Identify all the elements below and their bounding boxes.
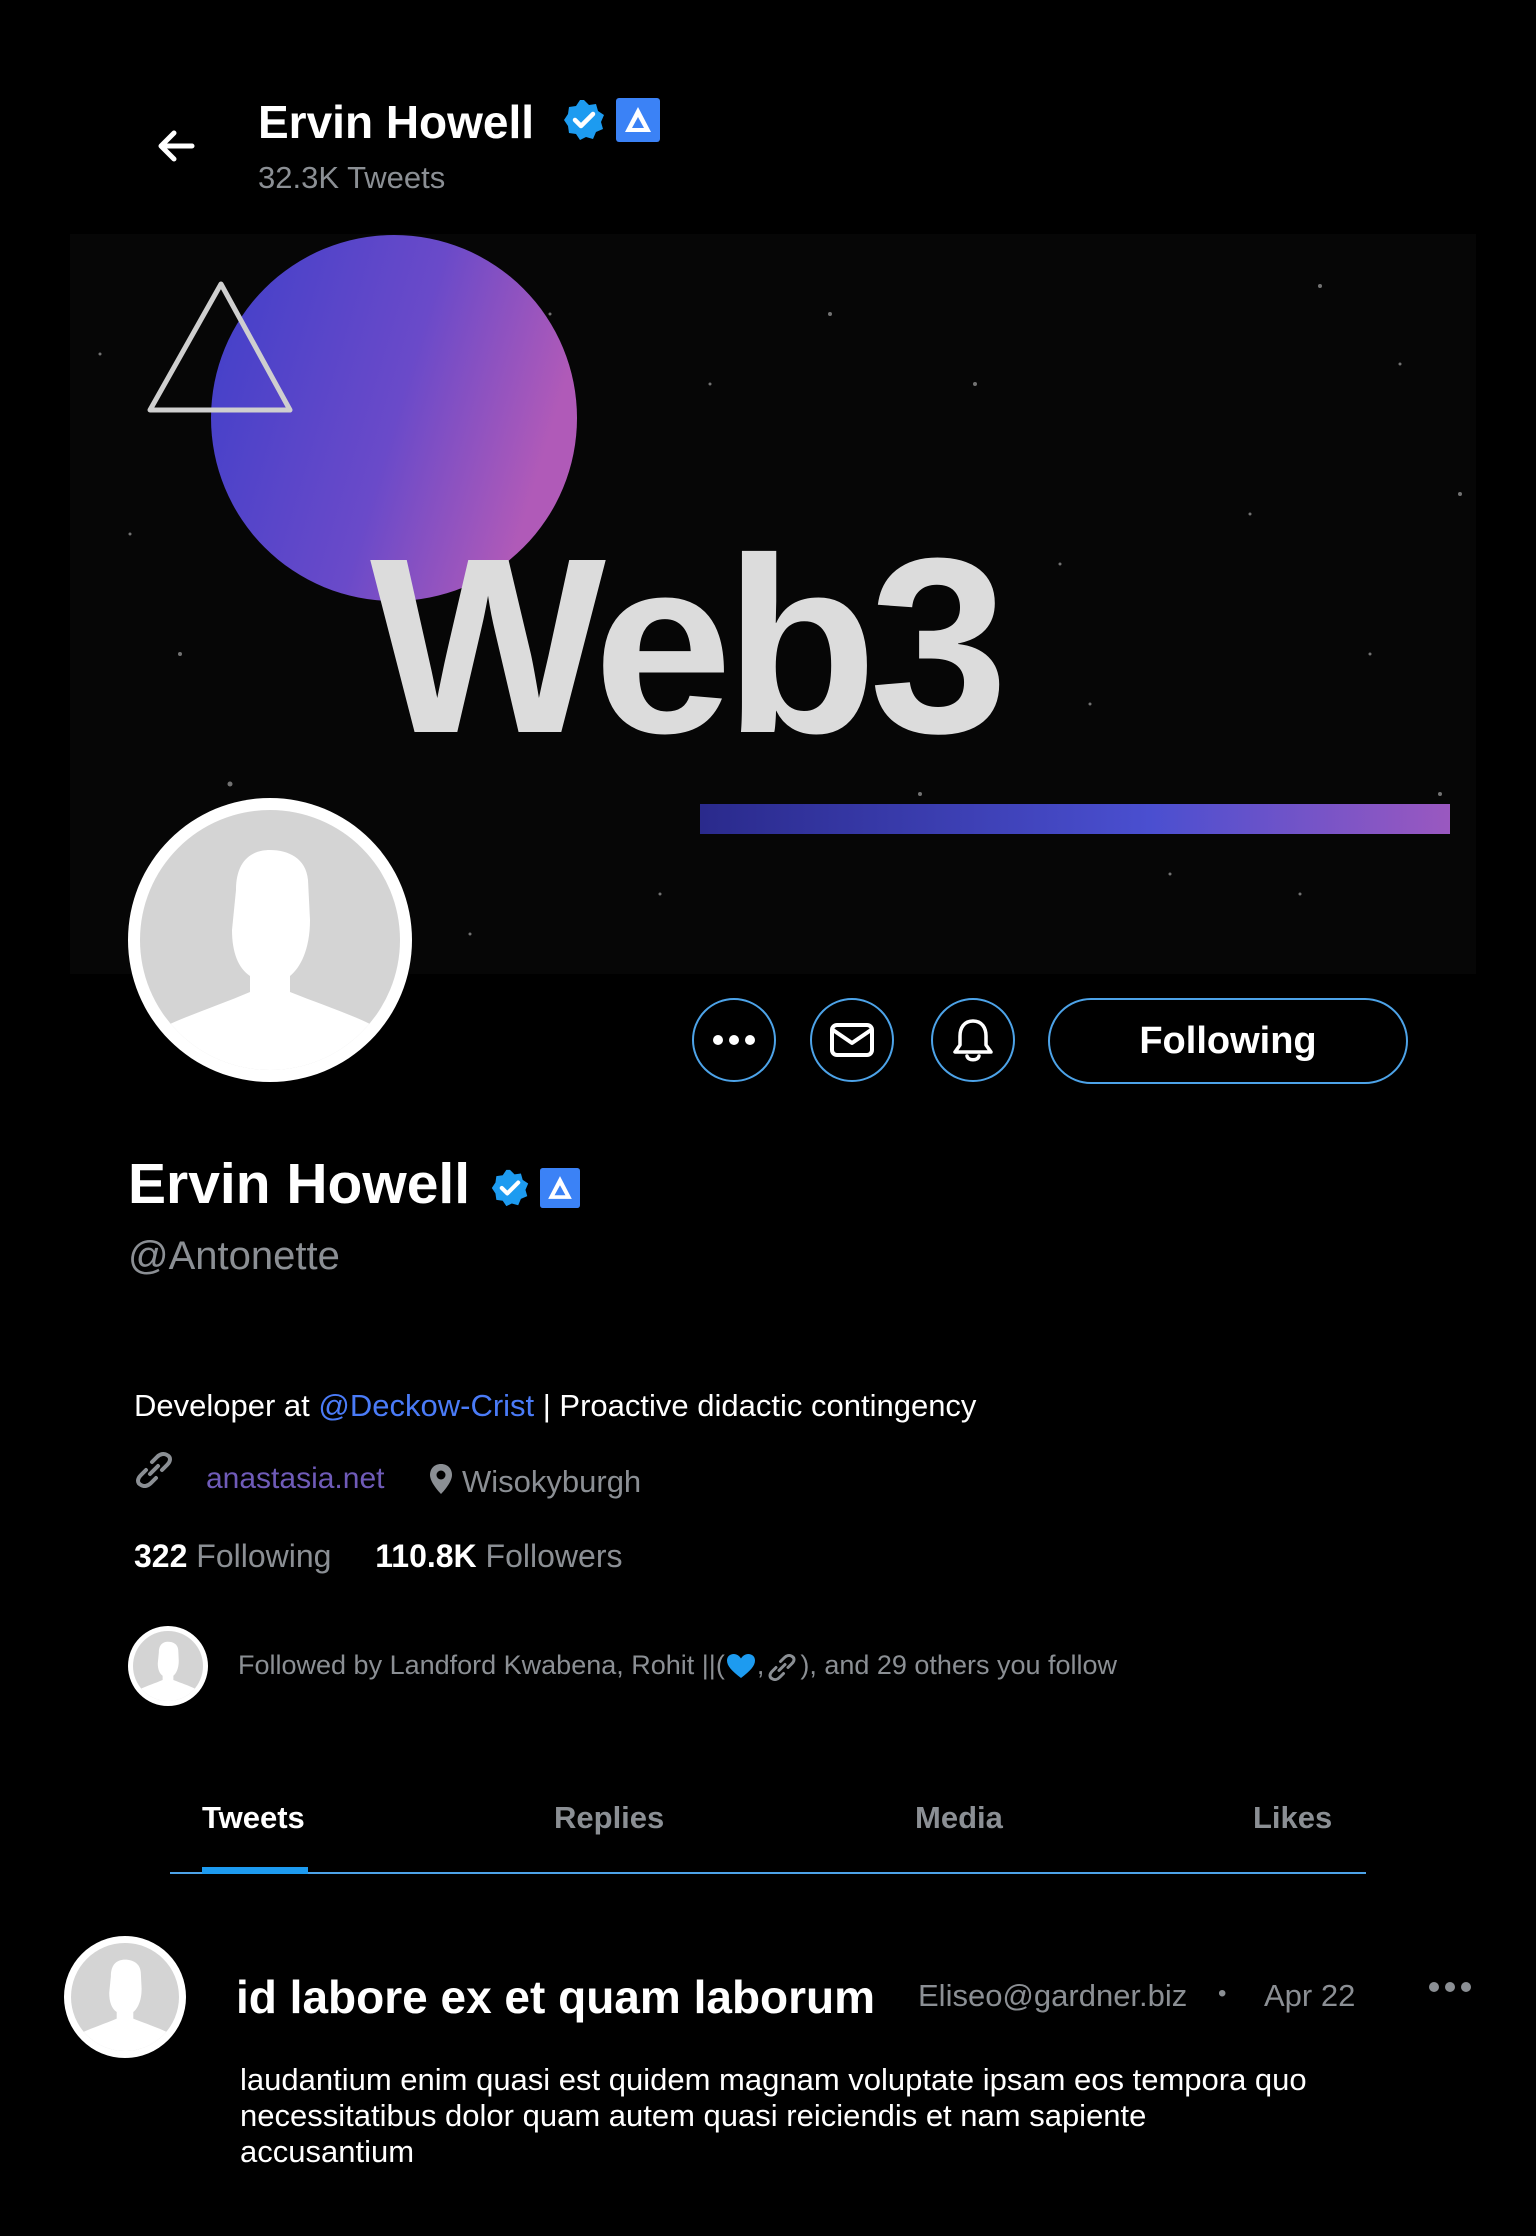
followed-by-suffix: ), and 29 others you follow [800, 1650, 1118, 1680]
profile-tabs: Tweets Replies Media Likes [170, 1790, 1366, 1874]
following-stat[interactable]: 322 Following [134, 1538, 331, 1574]
link-icon [768, 1653, 796, 1681]
active-tab-indicator [202, 1867, 308, 1874]
bio-text: Developer at [134, 1388, 319, 1423]
default-avatar-icon [170, 850, 370, 1070]
verified-badge-icon [564, 100, 604, 140]
tweet-author-handle[interactable]: Eliseo@gardner.biz [918, 1978, 1187, 2014]
default-avatar-icon [83, 1959, 167, 2051]
header-tweet-count: 32.3K Tweets [258, 160, 446, 195]
following-count: 322 [134, 1538, 188, 1574]
link-icon [132, 1448, 176, 1493]
back-button[interactable] [150, 120, 202, 172]
bio-text-suffix: | Proactive didactic contingency [534, 1388, 977, 1423]
tab-media[interactable]: Media [915, 1800, 1003, 1836]
profile-bio: Developer at @Deckow-Crist | Proactive d… [134, 1388, 976, 1424]
tab-replies[interactable]: Replies [554, 1800, 664, 1836]
header-name: Ervin Howell [258, 96, 535, 148]
tweet-avatar[interactable] [64, 1936, 186, 2058]
heart-icon [726, 1653, 755, 1678]
affiliate-badge-icon [540, 1168, 580, 1208]
verified-badge-icon [491, 1169, 529, 1207]
default-avatar-icon [141, 1641, 195, 1701]
following-button[interactable]: Following [1048, 998, 1408, 1084]
tweet-date[interactable]: Apr 22 [1264, 1978, 1355, 2014]
more-options-button[interactable] [692, 998, 776, 1082]
tweet-body: laudantium enim quasi est quidem magnam … [240, 2062, 1307, 2169]
envelope-icon [830, 1023, 874, 1057]
following-label: Following [196, 1538, 332, 1574]
message-button[interactable] [810, 998, 894, 1082]
followed-by-avatar[interactable] [128, 1626, 208, 1706]
more-dots-icon [1429, 1982, 1471, 1992]
followed-by-prefix: Followed by Landford Kwabena, Rohit ||( [238, 1650, 725, 1680]
banner-text: Web3 [370, 506, 1000, 785]
tweet-more-button[interactable] [1428, 1980, 1472, 1998]
bio-mention-link[interactable]: @Deckow-Crist [318, 1388, 534, 1423]
arrow-left-icon [158, 130, 195, 162]
followed-by-text[interactable]: Followed by Landford Kwabena, Rohit ||( … [238, 1650, 1117, 1681]
profile-name: Ervin Howell [128, 1152, 471, 1216]
followers-label: Followers [485, 1538, 623, 1574]
affiliate-badge-icon [616, 98, 660, 142]
notifications-button[interactable] [931, 998, 1015, 1082]
followed-by-comma: , [756, 1650, 765, 1680]
profile-badges [490, 1168, 580, 1208]
location-pin-icon [428, 1462, 454, 1501]
followers-stat[interactable]: 110.8K Followers [375, 1538, 622, 1574]
bell-icon [953, 1019, 993, 1062]
profile-stats: 322 Following 110.8K Followers [134, 1538, 622, 1575]
tab-tweets[interactable]: Tweets [202, 1800, 305, 1836]
profile-location: Wisokyburgh [462, 1464, 642, 1499]
header-badges [562, 98, 660, 142]
tweet-separator: • [1218, 1980, 1227, 2007]
followers-count: 110.8K [375, 1538, 477, 1574]
profile-avatar[interactable] [128, 798, 412, 1082]
profile-handle: @Antonette [128, 1234, 340, 1278]
website-link[interactable]: anastasia.net [206, 1462, 384, 1496]
tab-likes[interactable]: Likes [1253, 1800, 1332, 1836]
tweet-author-name[interactable]: id labore ex et quam laborum [236, 1970, 875, 2024]
more-dots-icon [713, 1035, 755, 1045]
